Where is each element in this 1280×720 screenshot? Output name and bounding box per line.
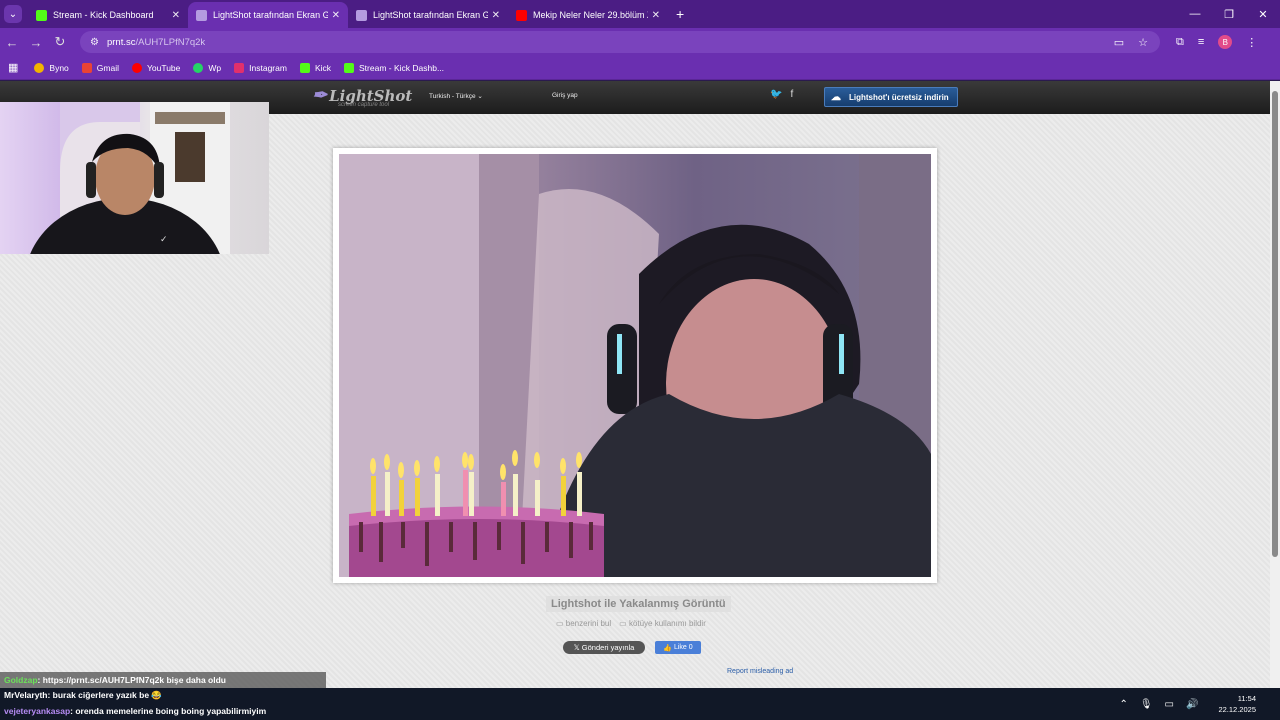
screenshot-frame (333, 148, 937, 583)
page-scrollbar[interactable] (1270, 81, 1280, 688)
close-icon[interactable]: ✕ (492, 10, 500, 21)
find-similar-link[interactable]: ▭ benzerini bul (556, 619, 611, 628)
chat-text: : https://prnt.sc/AUH7LPfN7q2k bişe daha… (37, 675, 226, 685)
scrollbar-thumb[interactable] (1272, 91, 1278, 557)
tweet-button[interactable]: 𝕏 Gönderi yayınla (563, 641, 645, 654)
chat-message-2: MrVelaryth: burak ciğerlere yazık be 😂 (4, 690, 162, 701)
window-controls: — ❐ ✕ (1178, 0, 1280, 28)
screenshot-illustration (339, 154, 931, 577)
profile-avatar[interactable]: B (1218, 35, 1233, 49)
browser-toolbar: ← → ↻ ⚙ prnt.sc /AUH7LPfN7q2k ▭ ☆ ⧉ ≡ B … (0, 28, 1280, 56)
bookmark-stream-kick[interactable]: Stream - Kick Dashb... (344, 62, 444, 73)
microphone-icon[interactable]: 🎙 (1140, 699, 1153, 710)
windows-taskbar: MrVelaryth: burak ciğerlere yazık be 😂 v… (0, 688, 1280, 720)
minimize-icon[interactable]: — (1178, 0, 1212, 28)
tab-4[interactable]: Mekip Neler Neler 29.bölüm Ze ✕ (508, 2, 668, 28)
language-select[interactable]: Turkish - Türkçe ⌄ (429, 92, 483, 100)
chat-message-1: Goldzap: https://prnt.sc/AUH7LPfN7q2k bi… (0, 672, 326, 688)
facebook-icon[interactable]: f (790, 89, 793, 100)
tab-title: LightShot tarafından Ekran Gör (373, 10, 488, 20)
reload-icon[interactable]: ↻ (48, 34, 72, 50)
twitter-icon[interactable]: 🐦 (770, 89, 782, 100)
kick-icon (36, 9, 47, 21)
screenshot-actions: ▭ benzerini bul ▭ kötüye kullanımı bildi… (556, 619, 706, 628)
login-link[interactable]: Giriş yap (552, 92, 578, 99)
tab-title: LightShot tarafından Ekran Gör (213, 10, 328, 20)
youtube-icon (516, 9, 527, 21)
bookmark-instagram[interactable]: Instagram (234, 62, 287, 73)
tab-search-button[interactable]: ⌄ (4, 5, 22, 23)
lightshot-icon (356, 9, 367, 21)
webcam-illustration: ✓ (30, 102, 230, 254)
screenshot-image[interactable] (339, 154, 931, 577)
chat-text: : orenda memelerine boing boing yapabili… (70, 706, 267, 716)
download-cloud-icon: ☁ (831, 91, 841, 103)
back-icon[interactable]: ← (0, 35, 24, 50)
tab-strip: ⌄ Stream - Kick Dashboard ✕ LightShot ta… (0, 0, 1280, 28)
site-info-icon[interactable]: ⚙ (90, 37, 99, 48)
close-icon[interactable]: ✕ (332, 10, 340, 21)
tab-1[interactable]: Stream - Kick Dashboard ✕ (28, 2, 188, 28)
x-icon: 𝕏 (573, 643, 580, 652)
bookmark-youtube[interactable]: YouTube (131, 62, 180, 73)
forward-icon[interactable]: → (24, 35, 48, 50)
chat-username: vejeteryankasap (4, 706, 71, 716)
lightshot-logo[interactable]: ✒ LightShot screen capture tool (312, 85, 412, 108)
bookmark-kick[interactable]: Kick (299, 62, 331, 73)
bookmark-wp[interactable]: Wp (193, 62, 221, 73)
kick-icon (344, 62, 354, 73)
feather-icon: ✒ (312, 85, 328, 106)
report-abuse-link[interactable]: ▭ kötüye kullanımı bildir (619, 619, 706, 628)
clock[interactable]: 11:54 22.12.2025 (1218, 693, 1256, 715)
chat-username: MrVelaryth (4, 690, 48, 700)
chat-text: : burak ciğerlere yazık be 😂 (47, 690, 162, 700)
bookmarks-bar: ▦ Byno Gmail YouTube Wp Instagram Kick S… (0, 56, 1280, 80)
thumbs-up-icon: 👍 (663, 644, 673, 652)
social-links: 🐦 f (770, 89, 793, 100)
bookmark-star-icon[interactable]: ☆ (1138, 36, 1148, 49)
url-host: prnt.sc (106, 36, 136, 48)
screenshot-caption: Lightshot ile Yakalanmış Görüntü (546, 596, 731, 612)
download-button[interactable]: ☁ Lightshot'ı ücretsiz indirin (824, 87, 958, 107)
network-icon[interactable]: ▭ (1165, 699, 1174, 710)
report-ad-link[interactable]: Report misleading ad (727, 668, 793, 675)
chevron-up-icon[interactable]: ⌃ (1119, 699, 1127, 710)
instagram-icon (234, 62, 245, 73)
bookmark-gmail[interactable]: Gmail (81, 62, 119, 73)
new-tab-button[interactable]: + (676, 6, 684, 22)
close-icon[interactable]: ✕ (652, 10, 660, 21)
tab-2[interactable]: LightShot tarafından Ekran Gör ✕ (188, 2, 348, 28)
tab-title: Mekip Neler Neler 29.bölüm Ze (533, 10, 648, 20)
chat-message-3: vejeteryankasap: orenda memelerine boing… (4, 706, 266, 716)
kick-icon (299, 62, 310, 73)
tab-3[interactable]: LightShot tarafından Ekran Gör ✕ (348, 2, 508, 28)
close-icon[interactable]: ✕ (172, 10, 180, 21)
svg-text:✓: ✓ (160, 234, 168, 244)
like-button[interactable]: 👍 Like 0 (655, 641, 701, 654)
bookmark-byno[interactable]: Byno (34, 62, 69, 73)
close-window-icon[interactable]: ✕ (1246, 0, 1280, 28)
webcam-overlay: ✓ (0, 102, 269, 254)
youtube-icon (131, 62, 142, 73)
apps-icon[interactable]: ▦ (8, 61, 18, 74)
url-path: /AUH7LPfN7q2k (135, 36, 206, 48)
menu-icon[interactable]: ⋮ (1246, 36, 1257, 49)
gmail-icon (81, 62, 92, 73)
restore-icon[interactable]: ❐ (1212, 0, 1246, 28)
whatsapp-icon (193, 62, 204, 73)
volume-icon[interactable]: 🔊 (1186, 699, 1198, 710)
media-icon[interactable]: ≡ (1198, 36, 1204, 48)
chat-username: Goldzap (4, 675, 38, 685)
byno-icon (34, 62, 45, 73)
extensions-icon[interactable]: ⧉ (1176, 36, 1184, 49)
cast-icon[interactable]: ▭ (1114, 36, 1124, 49)
system-tray: ⌃ 🎙 ▭ 🔊 11:54 22.12.2025 (1119, 688, 1256, 720)
logo-subtitle: screen capture tool (338, 102, 390, 108)
lightshot-icon (196, 9, 207, 21)
address-bar[interactable]: ⚙ prnt.sc /AUH7LPfN7q2k ▭ ☆ (80, 31, 1160, 53)
tab-title: Stream - Kick Dashboard (53, 10, 154, 20)
